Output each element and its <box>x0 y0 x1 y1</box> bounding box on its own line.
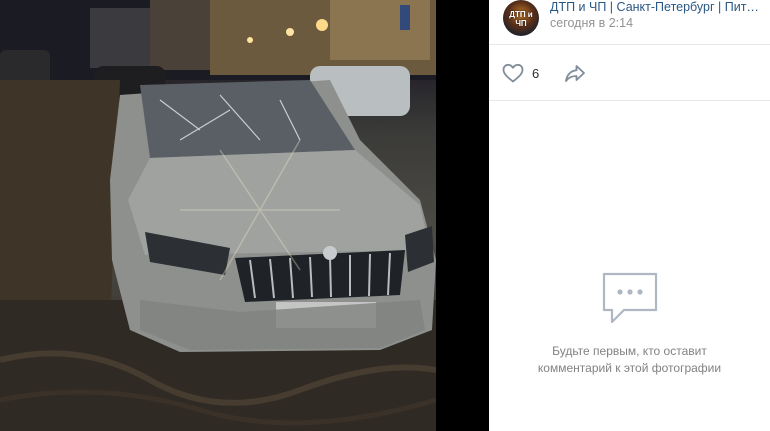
avatar-logo-text: ДТП и ЧП <box>509 10 533 28</box>
comments-panel: ДТП и ЧП ДТП и ЧП | Санкт-Петербург | Пи… <box>489 0 770 431</box>
comments-icon <box>602 272 657 324</box>
share-arrow-icon <box>565 65 585 82</box>
share-button[interactable] <box>563 61 587 85</box>
post-timestamp[interactable]: сегодня в 2:14 <box>550 16 633 31</box>
group-avatar[interactable]: ДТП и ЧП <box>503 0 539 36</box>
group-name-link[interactable]: ДТП и ЧП | Санкт-Петербург | Питер Онлай… <box>550 0 764 15</box>
empty-comments: Будьте первым, кто оставит комментарий к… <box>489 270 770 377</box>
like-button[interactable]: 6 <box>501 61 539 85</box>
post-actions: 6 <box>489 45 770 101</box>
photo-scene <box>0 0 436 431</box>
like-count: 6 <box>532 65 540 81</box>
post-photo[interactable] <box>0 0 436 431</box>
empty-comments-text: Будьте первым, кто оставит комментарий к… <box>537 344 722 375</box>
heart-icon <box>502 63 524 83</box>
photo-viewer <box>0 0 489 431</box>
post-header: ДТП и ЧП ДТП и ЧП | Санкт-Петербург | Пи… <box>489 0 770 45</box>
